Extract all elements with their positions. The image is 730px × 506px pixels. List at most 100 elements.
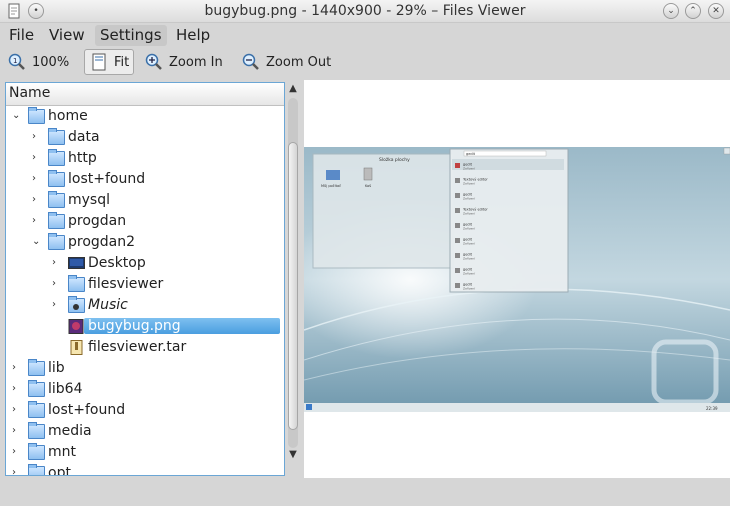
tree-item-label: bugybug.png [84, 318, 280, 334]
scroll-down-arrow-icon[interactable]: ▼ [286, 448, 300, 462]
result-sub: Zařízení [463, 212, 475, 216]
close-button[interactable]: ✕ [708, 3, 724, 19]
tree-row[interactable]: › progdan [6, 211, 284, 232]
result-sub: Zařízení [463, 182, 475, 186]
music-folder-icon [68, 296, 85, 313]
tree-row[interactable]: ⌄ home [6, 106, 284, 127]
folder-icon [48, 233, 65, 250]
result-icon [455, 253, 460, 258]
tree-row[interactable]: › Music [6, 295, 284, 316]
desktop-window-title: Složka plochy [379, 156, 410, 163]
tree-item-label: lib [48, 360, 65, 376]
tree-row[interactable]: › lost+found [6, 169, 284, 190]
collapsed-arrow-icon[interactable]: › [32, 214, 42, 228]
tree-item-label: filesviewer.tar [88, 339, 187, 355]
menu-help[interactable]: Help [171, 25, 215, 46]
file-tree[interactable]: Name ⌄ home › data › http › lost+found › mysql › pr… [5, 82, 285, 476]
tree-item-label: data [68, 129, 100, 145]
result-icon [455, 163, 460, 168]
svg-text:1: 1 [13, 57, 17, 65]
result-icon [455, 238, 460, 243]
expanded-arrow-icon[interactable]: ⌄ [12, 109, 22, 123]
collapsed-arrow-icon[interactable]: › [32, 151, 42, 165]
maximize-button[interactable]: ⌃ [685, 3, 701, 19]
collapsed-arrow-icon[interactable]: › [32, 172, 42, 186]
folder-icon [68, 275, 85, 292]
collapsed-arrow-icon[interactable]: › [12, 403, 22, 417]
tree-row[interactable]: › mnt [6, 442, 284, 463]
collapsed-arrow-icon[interactable]: › [32, 130, 42, 144]
folder-icon [48, 170, 65, 187]
collapsed-arrow-icon[interactable]: › [12, 382, 22, 396]
collapsed-arrow-icon[interactable]: › [12, 445, 22, 459]
toolbar: 1 100% Fit Zoom In Zoom Out [0, 47, 730, 77]
tree-row[interactable]: › mysql [6, 190, 284, 211]
desktop-icon-label-1: Koš [365, 184, 371, 188]
tree-row[interactable]: › filesviewer [6, 274, 284, 295]
collapsed-arrow-icon[interactable]: › [52, 277, 62, 291]
tree-item-label: filesviewer [88, 276, 164, 292]
tree-row[interactable]: › lost+found [6, 400, 284, 421]
tree-item-label: mnt [48, 444, 76, 460]
result-icon [455, 193, 460, 198]
scroll-up-arrow-icon[interactable]: ▲ [286, 82, 300, 96]
tree-row[interactable]: › http [6, 148, 284, 169]
zoom-actual-label: 100% [32, 54, 70, 70]
folder-icon [28, 107, 45, 124]
collapsed-arrow-icon[interactable]: › [52, 256, 62, 270]
menu-view[interactable]: View [44, 25, 90, 46]
collapsed-arrow-icon[interactable]: › [12, 424, 22, 438]
fit-button[interactable]: Fit [84, 49, 134, 75]
collapsed-arrow-icon[interactable]: › [12, 466, 22, 475]
zoom-out-button[interactable]: Zoom Out [237, 49, 336, 75]
screenshot-image: Složka plochy Můj počítač Koš gedit gedi… [304, 147, 730, 412]
zoom-in-button[interactable]: Zoom In [140, 49, 228, 75]
tree-row[interactable]: ⌄ progdan2 [6, 232, 284, 253]
folder-icon [48, 212, 65, 229]
desktop-icon [68, 256, 85, 271]
result-icon [455, 283, 460, 288]
zoom-actual-button[interactable]: 1 100% [3, 49, 74, 75]
tree-item-label: opt [48, 465, 71, 476]
desktop-icon-label-0: Můj počítač [321, 184, 341, 188]
collapsed-arrow-icon[interactable]: › [52, 298, 62, 312]
tree-row[interactable]: › Desktop [6, 253, 284, 274]
collapsed-arrow-icon[interactable]: › [32, 193, 42, 207]
fit-label: Fit [114, 54, 130, 70]
window-title: bugybug.png - 1440x900 - 29% – Files Vie… [204, 3, 526, 19]
tree-row[interactable]: › data [6, 127, 284, 148]
tree-item-label: mysql [68, 192, 110, 208]
collapsed-arrow-icon[interactable]: › [12, 361, 22, 375]
tree-row[interactable]: › lib [6, 358, 284, 379]
result-sub: Zařízení [463, 227, 475, 231]
tree-header-name[interactable]: Name [6, 83, 284, 106]
result-icon [455, 223, 460, 228]
result-sub: Zařízení [463, 242, 475, 246]
image-file-icon [68, 319, 85, 334]
minimize-button[interactable]: ⌄ [663, 3, 679, 19]
tree-row[interactable]: › opt [6, 463, 284, 476]
menu-file[interactable]: File [4, 25, 39, 46]
tree-row[interactable]: filesviewer.tar [6, 337, 284, 358]
menu-bar: File View Settings Help [0, 23, 730, 47]
tree-row[interactable]: › media [6, 421, 284, 442]
folder-icon [48, 128, 65, 145]
title-bar[interactable]: • bugybug.png - 1440x900 - 29% – Files V… [0, 0, 730, 23]
folder-icon [28, 380, 45, 397]
tree-row[interactable]: bugybug.png [6, 316, 284, 337]
tree-item-label: lost+found [68, 171, 146, 187]
expanded-arrow-icon[interactable]: ⌄ [32, 235, 42, 249]
scroll-thumb[interactable] [288, 142, 298, 430]
taskbar-clock: 22:39 [706, 406, 718, 411]
tree-row[interactable]: › lib64 [6, 379, 284, 400]
folder-icon [28, 401, 45, 418]
menu-settings[interactable]: Settings [95, 25, 167, 46]
tree-item-label: lib64 [48, 381, 83, 397]
tree-scrollbar[interactable]: ▲ ▼ [286, 82, 300, 476]
result-sub: Zařízení [463, 272, 475, 276]
tree-item-label: Desktop [88, 255, 146, 271]
image-preview[interactable]: Složka plochy Můj počítač Koš gedit gedi… [304, 80, 730, 478]
result-icon [455, 178, 460, 183]
folder-icon [28, 422, 45, 439]
result-sub: Zařízení [463, 197, 475, 201]
